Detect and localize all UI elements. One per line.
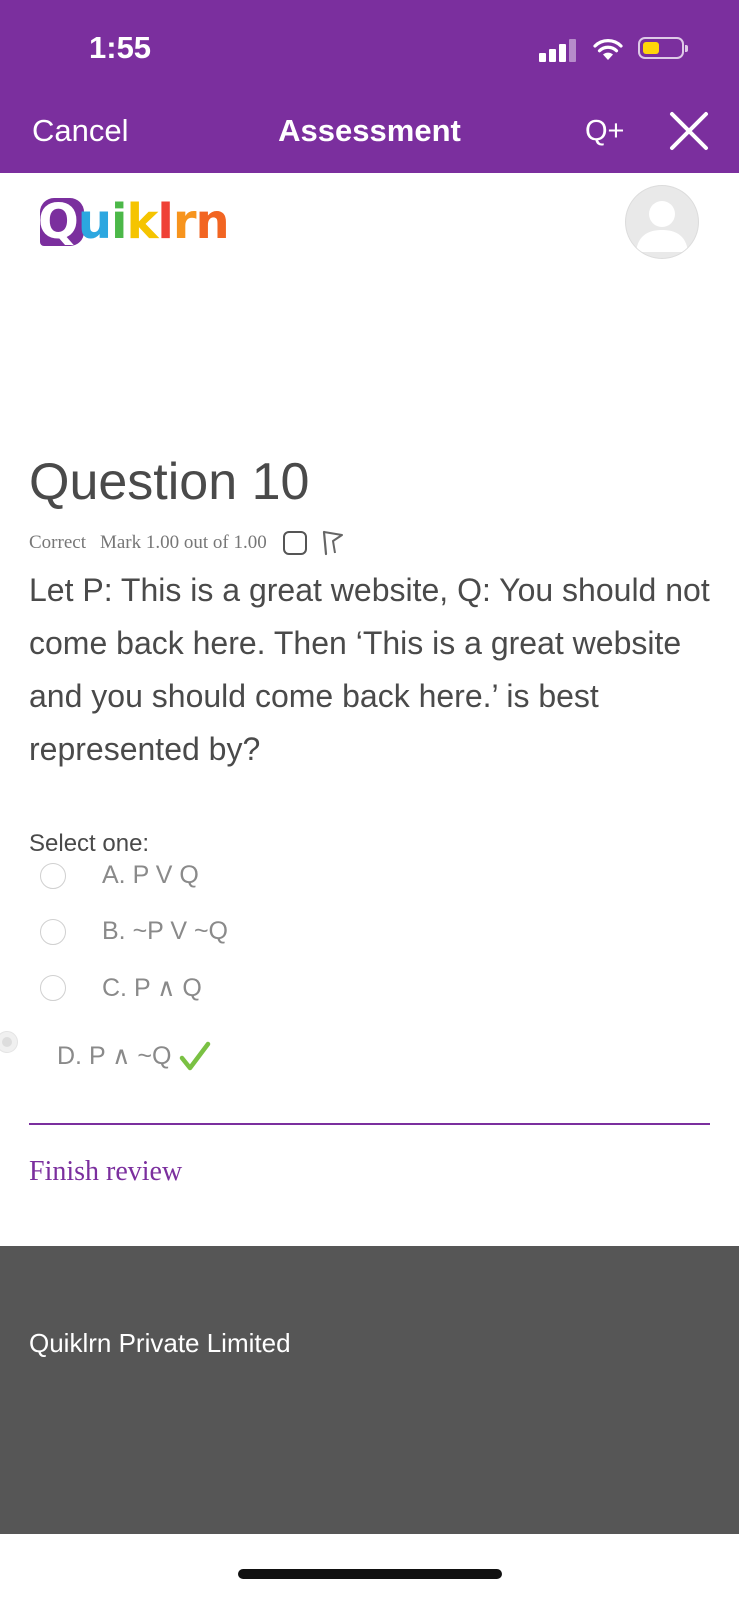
home-indicator[interactable] [238,1569,502,1579]
radio-b[interactable] [40,918,66,945]
question-title: Question 10 [29,453,310,511]
option-c[interactable]: C. P ∧ Q [40,973,202,1003]
option-a[interactable]: A. P V Q [40,861,199,890]
select-one-label: Select one: [29,830,150,857]
cancel-button[interactable]: Cancel [32,113,129,149]
option-b-label: B. ~P V ~Q [102,917,229,945]
radio-a[interactable] [40,862,66,889]
avatar[interactable] [626,186,698,258]
divider [29,1123,710,1125]
option-a-label: A. P V Q [102,861,199,889]
top-app-bar: 1:55 Cancel Assessment Q+ [0,0,739,173]
radio-d[interactable] [0,1031,18,1053]
signal-icon [539,38,577,62]
question-text: Let P: This is a great website, Q: You s… [29,572,710,767]
option-d-label: D. P ∧ ~Q [57,1042,172,1070]
flag-checkbox[interactable] [282,531,307,555]
option-d[interactable]: D. P ∧ ~Q [57,1037,211,1075]
footer: Quiklrn Private Limited [0,1246,739,1534]
qplus-button[interactable]: Q+ [585,115,625,148]
correct-check-icon [180,1041,211,1071]
close-icon[interactable] [668,110,710,152]
question-info: Correct Mark 1.00 out of 1.00 [29,530,345,556]
flag-icon[interactable] [321,530,345,556]
option-c-label: C. P ∧ Q [102,974,202,1002]
question-state: Correct [29,532,86,553]
option-b[interactable]: B. ~P V ~Q [40,917,228,946]
status-time: 1:55 [89,30,152,65]
radio-c[interactable] [40,975,66,1001]
wifi-icon [593,39,623,60]
footer-company: Quiklrn Private Limited [29,1328,291,1358]
question-mark: Mark 1.00 out of 1.00 [99,532,267,553]
battery-icon [638,37,688,59]
finish-review-link[interactable]: Finish review [29,1156,182,1188]
